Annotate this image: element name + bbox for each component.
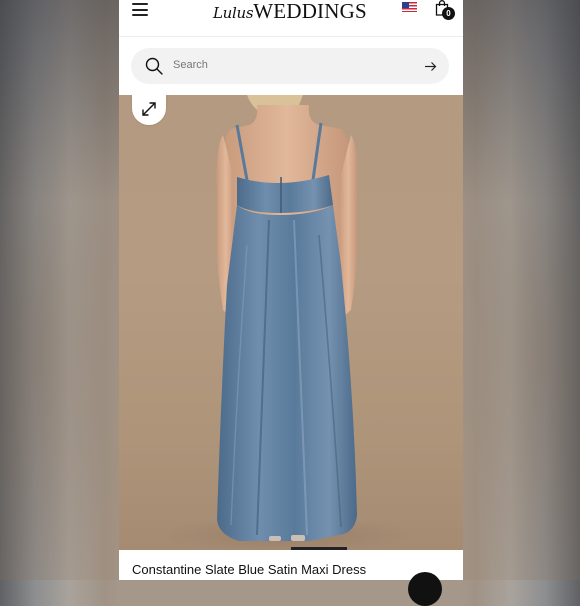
dress-photo: [157, 95, 417, 550]
brand-logo-main: WEDDINGS: [253, 0, 367, 23]
cart-count-badge: 0: [442, 7, 455, 20]
arrow-right-icon[interactable]: [424, 60, 437, 73]
brand-logo[interactable]: LulusWEDDINGS: [213, 0, 367, 24]
expand-icon: [142, 102, 156, 116]
top-navigation-bar: LulusWEDDINGS 0: [119, 0, 463, 37]
search-bar[interactable]: Search: [131, 48, 449, 84]
phone-screen: LulusWEDDINGS 0 Search Constantine Slate…: [119, 0, 463, 580]
brand-logo-script: Lulus: [213, 4, 254, 22]
search-icon: [145, 57, 163, 75]
shopping-bag-button[interactable]: 0: [435, 0, 455, 20]
hamburger-menu-icon[interactable]: [132, 3, 148, 16]
image-carousel-indicator[interactable]: [291, 547, 347, 550]
us-flag-icon[interactable]: [402, 2, 417, 12]
search-input[interactable]: Search: [173, 59, 208, 71]
product-image[interactable]: [119, 95, 463, 550]
chat-button[interactable]: [408, 572, 442, 606]
product-title: Constantine Slate Blue Satin Maxi Dress: [132, 562, 367, 577]
